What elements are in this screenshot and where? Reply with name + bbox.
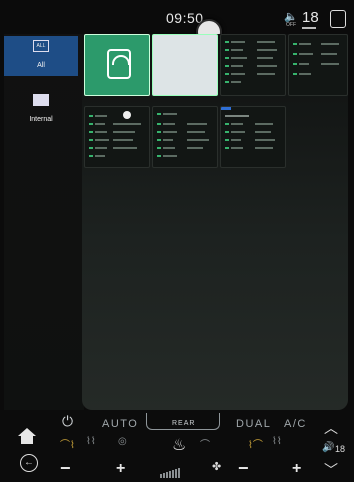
rear-label: REAR	[172, 420, 196, 427]
sidebar-item-label: All	[37, 62, 45, 69]
airflow-mode-icon[interactable]: ♨	[172, 435, 186, 455]
thumbnail-item[interactable]	[220, 34, 286, 96]
thumbnail-item[interactable]	[84, 106, 150, 168]
fan-icon: ✤	[212, 461, 222, 473]
window-toggle-icon[interactable]	[330, 10, 346, 28]
speaker-icon: 🔊	[322, 442, 335, 453]
thumbnail-item[interactable]	[152, 34, 218, 96]
media-grid	[82, 34, 348, 410]
sidebar-item-label: Internal	[29, 116, 53, 123]
image-icon	[33, 94, 49, 106]
fan-speed-indicator[interactable]	[160, 460, 181, 478]
chevron-up-icon[interactable]: ︿	[324, 418, 338, 438]
status-bar: 09:50 🔈 OFF 18	[0, 0, 354, 45]
temp-left-plus[interactable]: +	[116, 460, 125, 478]
thumbnail-item[interactable]	[288, 34, 348, 96]
ac-button[interactable]: A/C	[284, 418, 307, 430]
auto-button[interactable]: AUTO	[102, 418, 138, 430]
sidebar-item-all[interactable]: ALL All	[4, 36, 78, 76]
status-volume-value: 18	[302, 9, 319, 26]
media-source-sidebar: ALL All Internal	[4, 34, 84, 410]
defrost-front-icon[interactable]: ⌒	[200, 436, 210, 451]
seat-vent-right-icon[interactable]: ⌇⌇	[272, 436, 282, 447]
all-icon: ALL	[33, 40, 49, 52]
chevron-down-icon[interactable]: ﹀	[324, 460, 338, 480]
thumbnail-item[interactable]	[152, 106, 218, 168]
seat-vent-left-icon[interactable]: ⌇⌇	[86, 436, 96, 447]
temp-right-plus[interactable]: +	[292, 460, 301, 478]
seat-heat-left-icon[interactable]: ⌒⌇	[60, 436, 75, 451]
climate-control-bar: ← ⏻ AUTO REAR DUAL A/C ⌒⌇ ⌇⌇ ◎ ♨ ⌒ ⌇⌒ ⌇⌇…	[0, 410, 354, 482]
power-icon[interactable]: ⏻	[62, 413, 73, 430]
seat-heat-right-icon[interactable]: ⌇⌒	[248, 436, 263, 451]
volume-value: 18	[335, 444, 346, 454]
temp-right-minus[interactable]: −	[238, 458, 249, 479]
back-icon[interactable]: ←	[20, 454, 38, 472]
sidebar-item-internal[interactable]: Internal	[4, 90, 78, 130]
volume-underline	[302, 27, 316, 29]
dual-button[interactable]: DUAL	[236, 418, 271, 430]
steering-heat-icon[interactable]: ◎	[118, 436, 127, 447]
temp-left-minus[interactable]: −	[60, 458, 71, 479]
mute-state-label: OFF	[286, 22, 296, 28]
home-icon[interactable]	[18, 428, 36, 444]
thumbnail-item[interactable]	[220, 106, 286, 168]
thumbnail-item[interactable]	[84, 34, 150, 96]
car-phone-icon	[107, 49, 131, 79]
